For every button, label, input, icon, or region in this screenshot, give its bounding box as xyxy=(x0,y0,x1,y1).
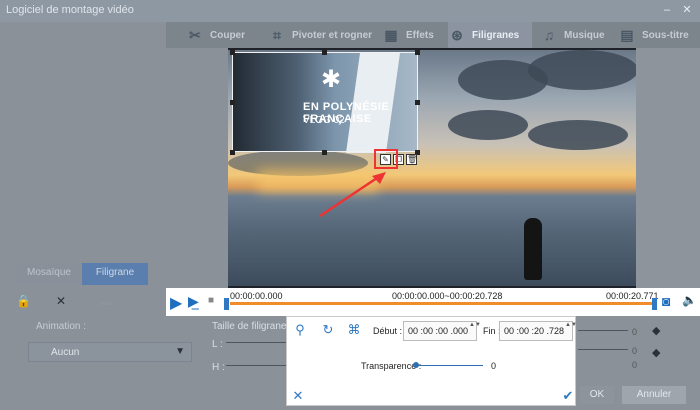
chevron-down-icon: ▼ xyxy=(175,346,185,357)
snapshot-icon[interactable]: ◙ xyxy=(662,293,670,309)
play-button[interactable]: ▶ xyxy=(170,293,182,313)
resize-handle[interactable] xyxy=(322,150,327,155)
transparency-value: 0 xyxy=(491,361,497,371)
tab-musique[interactable]: ♫ Musique xyxy=(540,22,614,48)
cancel-button[interactable]: Annuler xyxy=(622,386,686,404)
pin-icon[interactable]: ⚲ xyxy=(293,323,307,337)
transparency-slider[interactable] xyxy=(415,365,483,366)
height-slider[interactable] xyxy=(226,365,286,366)
delete-icon[interactable]: 🗑 xyxy=(406,154,417,165)
height-label: H : xyxy=(212,362,225,373)
crop-icon: ⌗ xyxy=(273,27,281,43)
resize-handle[interactable] xyxy=(230,150,235,155)
tab-label: Filigranes xyxy=(472,29,520,41)
person-silhouette xyxy=(524,218,542,280)
film-effects-icon: ▦ xyxy=(384,27,398,43)
title-bar: Logiciel de montage vidéo – ✕ xyxy=(0,0,700,22)
volume-icon[interactable]: 🔈 xyxy=(682,293,697,307)
highlight-box xyxy=(374,149,398,169)
lock-icon[interactable]: 🔒 xyxy=(16,294,31,308)
scissors-icon: ✂ xyxy=(189,27,201,43)
timeline-end-handle[interactable] xyxy=(652,298,657,310)
resize-handle[interactable] xyxy=(415,100,420,105)
right-value-3: 0 xyxy=(632,360,638,370)
animation-value: Aucun xyxy=(51,347,80,358)
video-preview[interactable]: ✱ EN POLYNÉSIE FRANÇAISE VLOG 02 ✎ ❐ 🗑 xyxy=(228,48,636,288)
resize-handle[interactable] xyxy=(230,50,235,55)
tool-icon[interactable]: ▬ xyxy=(100,294,112,308)
fit-frame-icon[interactable]: ⌘ xyxy=(347,323,361,337)
width-label: L : xyxy=(212,339,223,350)
selection-frame[interactable] xyxy=(232,52,418,152)
ok-button[interactable]: OK xyxy=(580,386,614,404)
close-button[interactable]: ✕ xyxy=(680,3,694,17)
stop-button[interactable]: ■ xyxy=(208,295,214,306)
rotate-icon[interactable]: ↻ xyxy=(321,323,335,337)
right-value-2: 0 xyxy=(632,346,638,356)
right-slider-2[interactable] xyxy=(578,349,628,350)
watermark-edit-panel: ⚲ ↻ ⌘ Début : 00 :00 :00 .000 ▲▼ Fin : 0… xyxy=(286,316,577,406)
film-reel-icon: ⊛ xyxy=(451,27,463,43)
tab-label: Pivoter et rogner xyxy=(292,29,373,41)
player-controls: ▶ ▶̲ ■ 00:00:00.000 00:00:00.000~00:00:2… xyxy=(166,288,700,316)
tab-sous-titre[interactable]: ▤ Sous-titre xyxy=(618,22,700,48)
timeline-start-handle[interactable] xyxy=(224,298,229,310)
spin-icon[interactable]: ▲▼ xyxy=(565,322,577,340)
timeline-bar[interactable] xyxy=(230,302,656,305)
tab-effets[interactable]: ▦ Effets xyxy=(382,22,446,48)
music-note-icon: ♫ xyxy=(543,27,555,43)
app-window: Logiciel de montage vidéo – ✕ ✂ Couper ⌗… xyxy=(0,0,700,410)
spin-icon[interactable]: ▲▼ xyxy=(469,322,481,340)
confirm-check-icon[interactable]: ✔ xyxy=(561,389,575,403)
stepper-icon[interactable]: ◆ xyxy=(652,346,660,359)
pointer-arrow xyxy=(319,172,386,218)
resize-handle[interactable] xyxy=(230,100,235,105)
close-icon[interactable]: ✕ xyxy=(291,389,305,403)
tab-filigranes[interactable]: ⊛ Filigranes xyxy=(448,22,532,48)
window-title: Logiciel de montage vidéo xyxy=(6,4,134,16)
transparency-knob[interactable] xyxy=(413,362,419,368)
stepper-icon[interactable]: ◆ xyxy=(652,324,660,337)
start-time-input[interactable]: 00 :00 :00 .000 xyxy=(403,321,477,341)
time-range: 00:00:00.000~00:00:20.728 xyxy=(392,291,503,301)
tab-filigrane[interactable]: Filigrane xyxy=(82,263,148,285)
minimize-button[interactable]: – xyxy=(660,3,674,17)
resize-handle[interactable] xyxy=(322,50,327,55)
tab-couper[interactable]: ✂ Couper xyxy=(186,22,266,48)
right-slider-1[interactable] xyxy=(578,330,628,331)
animation-label: Animation : xyxy=(36,321,87,332)
resize-handle[interactable] xyxy=(415,50,420,55)
tab-mosaique[interactable]: Mosaïque xyxy=(16,263,82,285)
time-end: 00:00:20.771 xyxy=(606,291,659,301)
play-to-end-button[interactable]: ▶̲ xyxy=(188,293,199,310)
end-time-input[interactable]: 00 :00 :20 .728 xyxy=(499,321,573,341)
start-label: Début : xyxy=(373,326,403,336)
tab-label: Sous-titre xyxy=(642,29,689,41)
tab-pivoter-rogner[interactable]: ⌗ Pivoter et rogner xyxy=(268,22,378,48)
close-x-icon[interactable]: ✕ xyxy=(56,294,66,308)
subtitle-icon: ▤ xyxy=(620,27,634,43)
animation-select[interactable]: Aucun ▼ xyxy=(28,342,192,362)
right-value-1: 0 xyxy=(632,327,638,337)
size-title: Taille de filigrane : xyxy=(212,321,293,332)
tab-label: Musique xyxy=(564,29,605,41)
tab-label: Effets xyxy=(406,29,434,41)
end-label: Fin : xyxy=(483,326,501,336)
time-start: 00:00:00.000 xyxy=(230,291,283,301)
tab-label: Couper xyxy=(210,29,245,41)
effects-toolbar: ✂ Couper ⌗ Pivoter et rogner ▦ Effets ⊛ … xyxy=(166,22,700,48)
width-slider[interactable] xyxy=(226,342,286,343)
